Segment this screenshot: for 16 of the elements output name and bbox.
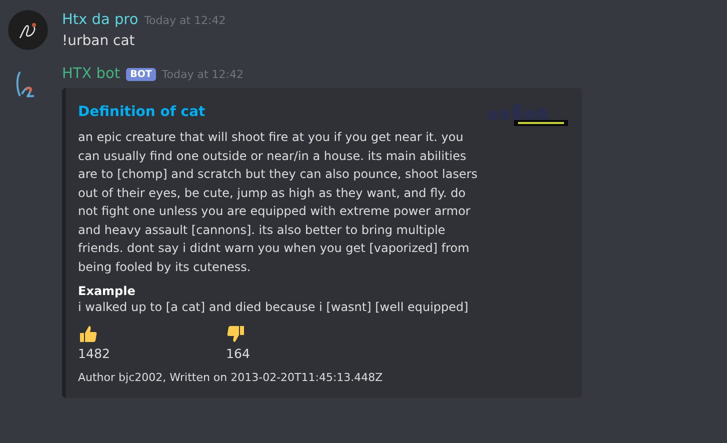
avatar[interactable]: [8, 10, 48, 50]
username[interactable]: HTX bot: [62, 66, 120, 82]
field-value: i walked up to [a cat] and died because i [wasnt] [well equipped]: [78, 299, 470, 316]
embed-title[interactable]: Definition of cat: [78, 104, 206, 120]
field-name: Example: [78, 284, 136, 298]
vote-count: 1482: [78, 346, 112, 361]
message-text: !urban cat: [62, 33, 136, 49]
timestamp: Today at 12:42: [144, 14, 226, 26]
vote-count: 164: [226, 346, 252, 361]
username[interactable]: Htx da pro: [62, 12, 138, 28]
thumbs-up-icon: [78, 324, 98, 344]
definition-text: an epic creature that will shoot fire at you if you get near it. you can usually find one outside or near/in a house. its main abilities are to [chomp] and scratch but they can also pounce, shoot lasers out of their eyes, be cute, jump as high as they want, and fly. do not fight one unless you are equipped with extreme power armor and heavy assault [cannons]. its also better to bring multiple friends. dont say i didnt warn you when you get [vaporized] from being fooled by its cuteness.: [78, 129, 478, 276]
bot-badge: BOT: [126, 68, 156, 80]
timestamp: Today at 12:42: [162, 68, 244, 80]
embed-footer: Author bjc2002, Written on 2013-02-20T11:45:13.448Z: [78, 371, 566, 384]
thumbs-down-icon: [226, 324, 246, 344]
